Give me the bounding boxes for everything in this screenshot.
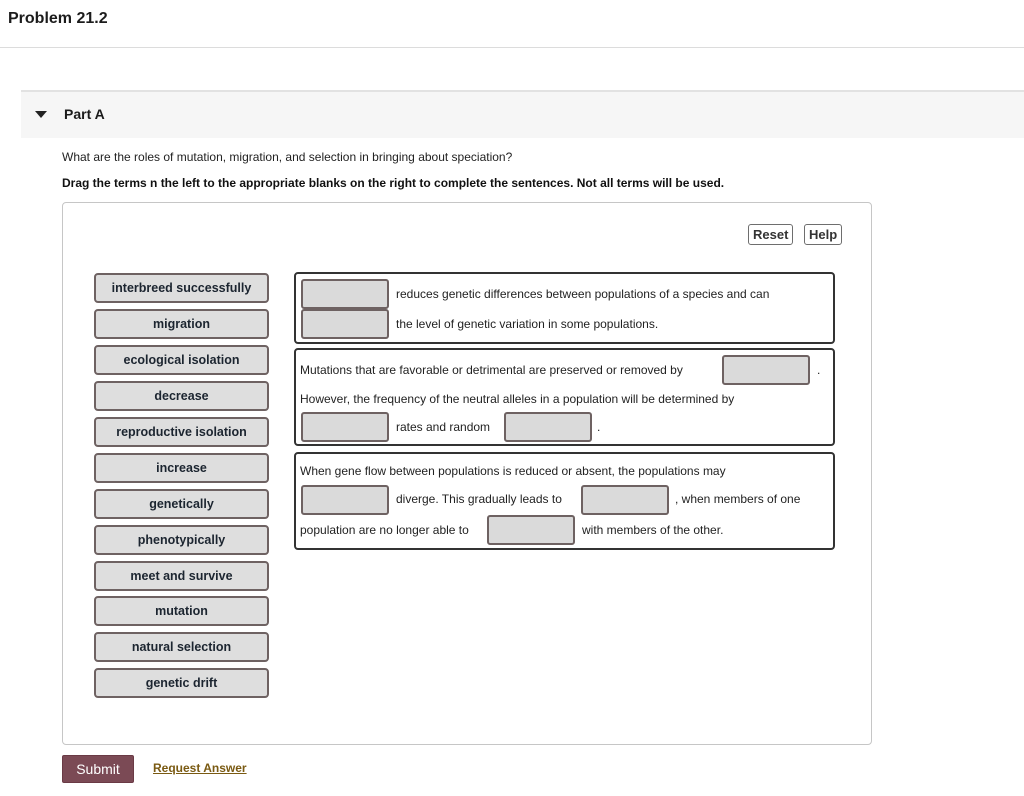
term-interbreed-successfully[interactable]: interbreed successfully [94, 273, 269, 303]
sentence-text: . [597, 420, 601, 434]
sentence-text: , when members of one [675, 492, 801, 506]
reset-button[interactable]: Reset [748, 224, 794, 245]
help-button[interactable]: Help [804, 224, 843, 245]
sentence-text: When gene flow between populations is re… [300, 464, 726, 478]
term-genetically[interactable]: genetically [94, 489, 269, 519]
term-decrease[interactable]: decrease [94, 381, 269, 411]
sentence-text: population are no longer able to [300, 523, 469, 537]
part-label: Part A [64, 106, 105, 122]
sentence-box-2: Mutations that are favorable or detrimen… [294, 348, 835, 446]
term-ecological-isolation[interactable]: ecological isolation [94, 345, 269, 375]
term-mutation[interactable]: mutation [94, 596, 269, 626]
sentence-text: However, the frequency of the neutral al… [300, 392, 735, 406]
term-reproductive-isolation[interactable]: reproductive isolation [94, 417, 269, 447]
term-migration[interactable]: migration [94, 309, 269, 339]
drop-blank[interactable] [487, 515, 575, 545]
submit-button[interactable]: Submit [62, 755, 134, 783]
sentence-text: Mutations that are favorable or detrimen… [300, 363, 683, 377]
drop-blank[interactable] [301, 279, 389, 309]
drop-blank[interactable] [301, 309, 389, 339]
sentence-text: . [817, 363, 821, 377]
drop-blank[interactable] [301, 412, 389, 442]
term-meet-and-survive[interactable]: meet and survive [94, 561, 269, 591]
question-text: What are the roles of mutation, migratio… [62, 150, 513, 164]
request-answer-link[interactable]: Request Answer [153, 761, 247, 775]
instruction-text: Drag the terms n the left to the appropr… [62, 176, 725, 190]
part-a-header[interactable]: Part A [21, 90, 1024, 138]
caret-down-icon[interactable] [35, 111, 47, 118]
sentence-text: rates and random [396, 420, 491, 434]
drop-blank[interactable] [301, 485, 389, 515]
problem-title: Problem 21.2 [8, 10, 108, 27]
sentence-box-3: When gene flow between populations is re… [294, 452, 835, 550]
drop-blank[interactable] [504, 412, 592, 442]
drop-blank[interactable] [581, 485, 669, 515]
sentence-box-1: reduces genetic differences between popu… [294, 272, 835, 344]
sentence-text: diverge. This gradually leads to [396, 492, 562, 506]
term-genetic-drift[interactable]: genetic drift [94, 668, 269, 698]
sentence-text: reduces genetic differences between popu… [396, 287, 770, 301]
term-increase[interactable]: increase [94, 453, 269, 483]
drop-blank[interactable] [722, 355, 810, 385]
divider [0, 47, 1024, 48]
sentence-text: with members of the other. [582, 523, 724, 537]
term-natural-selection[interactable]: natural selection [94, 632, 269, 662]
sentence-text: the level of genetic variation in some p… [396, 317, 659, 331]
term-phenotypically[interactable]: phenotypically [94, 525, 269, 555]
